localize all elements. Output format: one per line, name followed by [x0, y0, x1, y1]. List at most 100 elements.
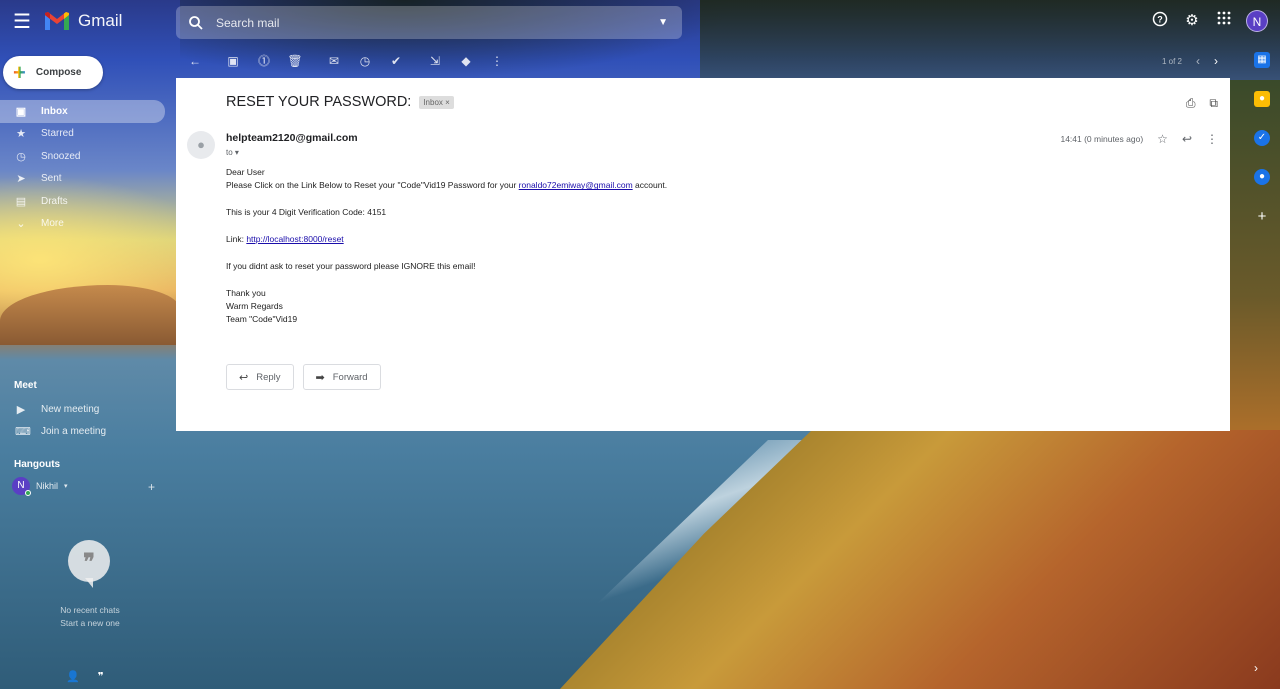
label-text: Inbox [423, 97, 443, 107]
to-label: to [226, 148, 233, 157]
join-meeting-label: Join a meeting [41, 426, 107, 438]
recipient-row[interactable]: to ▾ [226, 148, 239, 157]
meet-section: ▶ New meeting ⌨ Join a meeting [0, 398, 165, 443]
archive-icon[interactable]: ▣ [220, 50, 246, 72]
app-name: Gmail [78, 11, 123, 30]
main-menu-icon[interactable]: ☰ [10, 10, 34, 34]
chevron-down-icon[interactable]: ▾ [64, 482, 68, 490]
tasks-icon[interactable]: ✓ [1254, 130, 1270, 146]
body-text: Please Click on the Link Below to Reset … [226, 180, 519, 191]
new-meeting-label: New meeting [41, 403, 100, 415]
help-icon[interactable]: ? [1150, 11, 1170, 31]
sender-avatar-icon: ● [187, 131, 215, 159]
person-icon[interactable]: 👤 [66, 670, 80, 683]
pager-count: 1 of 2 [1161, 56, 1182, 66]
send-icon: ➤ [16, 173, 26, 186]
sidebar-item-label: More [41, 218, 64, 230]
account-email-link[interactable]: ronaldo72emiway@gmail.com [519, 180, 633, 190]
compose-label: Compose [35, 67, 82, 78]
clock-icon: ◷ [16, 150, 26, 163]
move-to-icon[interactable]: ⇲ [422, 50, 448, 72]
open-new-window-icon[interactable]: ⧉ [1209, 96, 1218, 111]
hangouts-quote-icon[interactable]: ❞ [98, 670, 104, 683]
team-line: Team "Code"Vid19 [226, 314, 298, 325]
expand-panel-icon[interactable]: › [1254, 661, 1258, 675]
draft-icon: ▤ [15, 195, 27, 208]
start-new-link[interactable]: Start a new one [30, 617, 150, 630]
svg-text:?: ? [1157, 15, 1163, 25]
more-vert-icon[interactable]: ⋮ [1206, 132, 1218, 146]
reply-actions: ↩ Reply ➡ Forward [226, 364, 381, 390]
sidebar-item-label: Snoozed [41, 150, 81, 162]
add-task-icon[interactable]: ✔ [383, 50, 409, 72]
get-addons-icon[interactable]: + [1247, 208, 1277, 225]
thanks-line: Thank you [226, 287, 266, 298]
meet-heading: Meet [14, 380, 37, 391]
settings-gear-icon[interactable]: ⚙ [1182, 11, 1202, 31]
hangouts-bottom-bar: 👤 ❞ [66, 670, 104, 683]
compose-button[interactable]: + Compose [3, 56, 103, 89]
join-meeting-item[interactable]: ⌨ Join a meeting [0, 421, 165, 444]
body-line-reset: Please Click on the Link Below to Reset … [226, 179, 1166, 192]
sidebar-item-inbox[interactable]: ▣ Inbox [0, 100, 165, 123]
no-chats-line: No recent chats [60, 605, 120, 615]
print-icon[interactable]: ⎙ [1186, 96, 1196, 111]
reply-arrow-icon[interactable]: ↩ [1182, 132, 1192, 146]
sidebar-nav: ▣ Inbox ★ Starred ◷ Snoozed ➤ Sent ▤ Dra… [0, 100, 165, 235]
top-bar: ☰ Gmail ▼ ? ⚙ N [0, 0, 1280, 44]
sidebar-item-drafts[interactable]: ▤ Drafts [0, 190, 165, 213]
reply-button[interactable]: ↩ Reply [226, 364, 294, 390]
apps-grid-icon[interactable] [1214, 11, 1234, 31]
verification-code-line: This is your 4 Digit Verification Code: … [226, 207, 387, 218]
label-icon[interactable]: ◆ [453, 50, 479, 72]
more-vert-icon[interactable]: ⋮ [484, 50, 510, 72]
back-arrow-icon[interactable]: ← [182, 50, 208, 72]
sidebar-item-label: Sent [41, 173, 62, 185]
background-hills [0, 285, 180, 345]
sidebar-item-more[interactable]: ⌄ More [0, 213, 165, 236]
star-icon[interactable]: ☆ [1157, 132, 1168, 146]
keyboard-icon: ⌨ [15, 426, 31, 439]
forward-button[interactable]: ➡ Forward [302, 364, 381, 390]
sidebar-item-label: Starred [41, 128, 74, 140]
search-options-icon[interactable]: ▼ [658, 17, 668, 28]
background-surf [508, 440, 820, 689]
sidebar-item-sent[interactable]: ➤ Sent [0, 168, 165, 191]
add-chat-icon[interactable]: + [148, 480, 155, 494]
inbox-label-chip[interactable]: Inbox × [419, 95, 454, 109]
delete-icon[interactable]: 🗑 [282, 50, 308, 72]
calendar-icon[interactable]: ▦ [1254, 52, 1270, 68]
hangouts-user[interactable]: N Nikhil ▾ [12, 477, 68, 496]
message-subject: RESET YOUR PASSWORD: [226, 94, 412, 110]
sender-email[interactable]: helpteam2120@gmail.com [226, 132, 358, 144]
report-spam-icon[interactable]: ⓵ [251, 50, 277, 72]
search-icon[interactable] [188, 15, 204, 31]
hangouts-avatar-letter: N [17, 480, 25, 491]
card-actions: ⎙ ⧉ [1186, 96, 1218, 111]
remove-label-icon[interactable]: × [445, 98, 450, 107]
search-input[interactable] [216, 15, 659, 30]
contacts-icon[interactable]: ● [1254, 169, 1270, 185]
message-meta: 14:41 (0 minutes ago) ☆ ↩ ⋮ [1060, 132, 1218, 146]
reset-link[interactable]: http://localhost:8000/reset [246, 234, 343, 244]
hangouts-user-name: Nikhil [36, 481, 59, 491]
sidebar-item-starred[interactable]: ★ Starred [0, 123, 165, 146]
next-arrow-icon[interactable]: › [1214, 54, 1218, 68]
chevron-down-icon: ⌄ [16, 218, 26, 231]
mark-unread-icon[interactable]: ✉ [321, 50, 347, 72]
new-meeting-item[interactable]: ▶ New meeting [0, 398, 165, 421]
account-avatar[interactable]: N [1246, 10, 1268, 32]
snooze-clock-icon[interactable]: ◷ [352, 50, 378, 72]
body-text: account. [632, 180, 668, 191]
keep-icon[interactable]: ● [1254, 91, 1270, 107]
gmail-logo[interactable]: Gmail [44, 11, 122, 31]
sidebar-item-snoozed[interactable]: ◷ Snoozed [0, 145, 165, 168]
message-card: RESET YOUR PASSWORD: Inbox × ⎙ ⧉ ● helpt… [176, 78, 1230, 431]
hangouts-bubble-tail [85, 578, 93, 588]
chevron-down-icon[interactable]: ▾ [235, 148, 239, 157]
message-body: Dear User Please Click on the Link Below… [226, 166, 1166, 327]
search-bar[interactable]: ▼ [176, 6, 682, 39]
prev-arrow-icon[interactable]: ‹ [1196, 54, 1200, 68]
